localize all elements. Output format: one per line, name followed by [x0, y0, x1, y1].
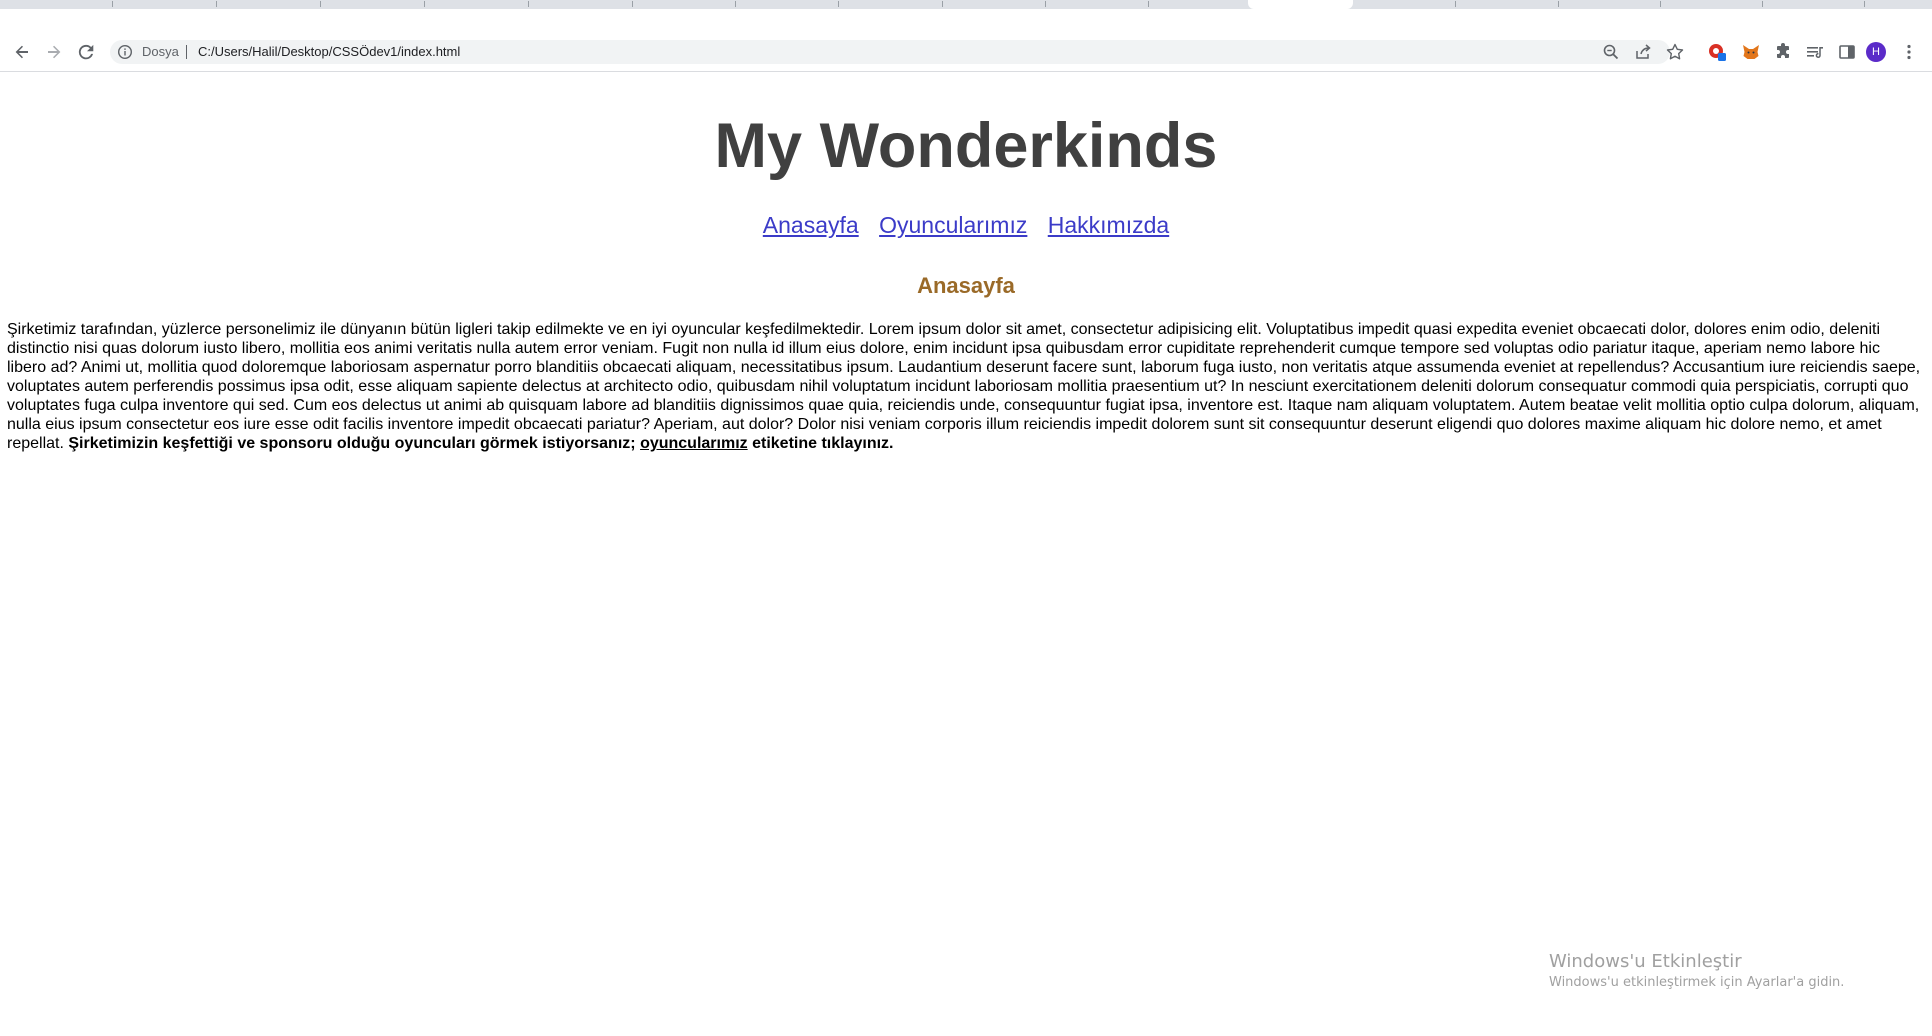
- share-icon[interactable]: [1633, 42, 1653, 62]
- nav-link-about[interactable]: Hakkımızda: [1048, 212, 1169, 238]
- tab-separator: [942, 1, 943, 7]
- back-button[interactable]: [10, 40, 34, 64]
- site-nav: Anasayfa Oyuncularımız Hakkımızda: [0, 210, 1932, 240]
- side-panel-icon[interactable]: [1837, 42, 1857, 62]
- tab-separator: [1455, 1, 1456, 7]
- forward-button[interactable]: [42, 40, 66, 64]
- arrow-right-icon: [48, 45, 61, 59]
- star-icon[interactable]: [1665, 42, 1685, 62]
- tab-separator: [528, 1, 529, 7]
- section-title: Anasayfa: [917, 273, 1015, 298]
- url-scheme-label: Dosya: [142, 44, 179, 59]
- tab-separator: [1864, 1, 1865, 7]
- url-divider: [186, 45, 187, 59]
- tab-separator: [320, 1, 321, 7]
- puzzle-icon[interactable]: [1773, 42, 1793, 62]
- watermark-subtitle: Windows'u etkinleştirmek için Ayarlar'a …: [1549, 975, 1845, 990]
- tab-strip: [0, 0, 1932, 9]
- windows-activation-watermark: Windows'u Etkinleştir Windows'u etkinleş…: [1549, 950, 1844, 992]
- reload-icon: [78, 44, 94, 60]
- tab-separator: [1148, 1, 1149, 7]
- nav-link-home[interactable]: Anasayfa: [763, 212, 859, 238]
- watermark-title: Windows'u Etkinleştir: [1549, 951, 1742, 972]
- url-text[interactable]: C:/Users/Halil/Desktop/CSSÖdev1/index.ht…: [198, 44, 460, 60]
- tab-separator: [1045, 1, 1046, 7]
- tab-separator: [424, 1, 425, 7]
- tab-separator: [1762, 1, 1763, 7]
- tab-separator: [632, 1, 633, 7]
- site-title: My Wonderkinds: [714, 111, 1218, 181]
- nav-link-players[interactable]: Oyuncularımız: [879, 212, 1027, 238]
- page-viewport: My Wonderkinds Anasayfa Oyuncularımız Ha…: [0, 72, 1932, 1036]
- reload-button[interactable]: [74, 40, 98, 64]
- tab-separator: [216, 1, 217, 7]
- tab-separator: [838, 1, 839, 7]
- tab-separator: [112, 1, 113, 7]
- cta-before: Şirketimizin keşfettiği ve sponsoru oldu…: [68, 435, 636, 452]
- info-icon[interactable]: [117, 44, 133, 60]
- zoom-icon[interactable]: [1601, 42, 1621, 62]
- arrow-left-icon: [15, 45, 28, 59]
- active-tab[interactable]: [1248, 0, 1353, 9]
- cta-after: etiketine tıklayınız.: [752, 435, 894, 452]
- metamask-fox-icon[interactable]: [1741, 42, 1761, 62]
- tab-separator: [735, 1, 736, 7]
- record-extension-icon[interactable]: [1707, 42, 1727, 62]
- players-inline-link[interactable]: oyuncularımız: [640, 435, 748, 452]
- paragraph-text: Şirketimiz tarafından, yüzlerce personel…: [7, 321, 1921, 452]
- cta-text: Şirketimizin keşfettiği ve sponsoru oldu…: [68, 435, 893, 452]
- kebab-menu-icon[interactable]: [1899, 42, 1919, 62]
- tab-separator: [1558, 1, 1559, 7]
- content-paragraph: Şirketimiz tarafından, yüzlerce personel…: [7, 320, 1921, 453]
- profile-avatar[interactable]: H: [1866, 42, 1886, 62]
- reading-list-icon[interactable]: [1805, 42, 1825, 62]
- tab-separator: [1660, 1, 1661, 7]
